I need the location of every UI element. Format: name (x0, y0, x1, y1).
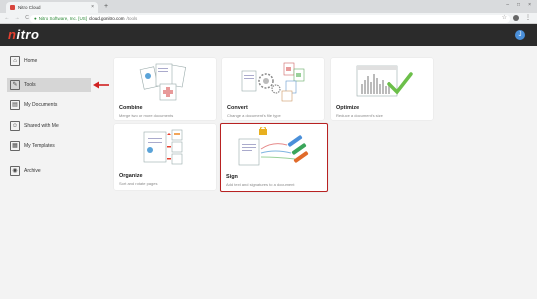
sidebar-item-label: Archive (24, 168, 41, 174)
card-subtitle: Merge two or more documents (119, 113, 174, 118)
card-title: Optimize (336, 105, 360, 111)
tool-card-organize[interactable]: Organize Sort and rotate pages (114, 124, 216, 190)
tool-card-sign[interactable]: Sign Add text and signatures to a docume… (220, 123, 328, 192)
sidebar-item-label: My Templates (24, 143, 55, 149)
optimize-illustration-icon (356, 65, 413, 97)
sidebar: ⌂ Home ✎ Tools ▤ My Documents ☺ Shared w… (0, 46, 96, 299)
tools-icon: ✎ (10, 80, 20, 90)
sidebar-item-tools[interactable]: ✎ Tools (7, 78, 91, 92)
avatar[interactable]: J (515, 30, 525, 40)
forward-button[interactable]: → (14, 15, 20, 21)
browser-tab-bar: Nitro Cloud × + – □ × (0, 0, 537, 13)
convert-illustration-icon (241, 62, 305, 102)
sidebar-item-label: My Documents (24, 102, 58, 108)
new-tab-button[interactable]: + (104, 2, 108, 11)
sidebar-item-my-templates[interactable]: ▦ My Templates (7, 139, 91, 153)
sign-illustration-icon (238, 127, 309, 166)
back-button[interactable]: ← (4, 15, 10, 21)
shared-icon: ☺ (10, 121, 20, 131)
url-host: cloud.gonitro.com (88, 16, 125, 21)
tool-card-optimize[interactable]: Optimize Reduce a document's size (331, 58, 433, 120)
tool-card-convert[interactable]: Convert Change a document's file type (222, 58, 324, 120)
sidebar-item-home[interactable]: ⌂ Home (7, 54, 91, 68)
nitro-favicon-icon (10, 5, 15, 10)
sidebar-item-label: Shared with Me (24, 123, 59, 129)
site-identity: Nitro Software, Inc. [US] (38, 16, 87, 21)
sidebar-item-shared-with-me[interactable]: ☺ Shared with Me (7, 119, 91, 133)
minimize-button[interactable]: – (506, 2, 509, 8)
documents-icon: ▤ (10, 100, 20, 110)
sidebar-item-archive[interactable]: ◉ Archive (7, 164, 91, 178)
browser-address-bar: ← → C ● Nitro Software, Inc. [US] cloud.… (0, 13, 537, 24)
bookmark-star-icon[interactable]: ☆ (502, 14, 507, 21)
maximize-button[interactable]: □ (517, 2, 520, 8)
app-header: nitro J (0, 24, 537, 46)
combine-illustration-icon (139, 63, 186, 101)
browser-menu-icon[interactable]: ⋮ (525, 14, 531, 21)
card-subtitle: Sort and rotate pages (119, 181, 158, 186)
sidebar-item-my-documents[interactable]: ▤ My Documents (7, 98, 91, 112)
templates-icon: ▦ (10, 141, 20, 151)
card-title: Convert (227, 105, 248, 111)
card-title: Sign (226, 174, 238, 180)
lock-icon: ● (34, 16, 37, 21)
sidebar-item-label: Tools (24, 82, 36, 88)
card-title: Combine (119, 105, 143, 111)
card-subtitle: Reduce a document's size (336, 113, 383, 118)
browser-profile-icon[interactable] (513, 15, 519, 21)
logo-text: itro (16, 27, 40, 42)
card-subtitle: Change a document's file type (227, 113, 281, 118)
url-path: /tools (126, 16, 138, 21)
url-field[interactable]: ● Nitro Software, Inc. [US] cloud.gonitr… (30, 14, 510, 23)
card-subtitle: Add text and signatures to a document (226, 182, 295, 187)
close-window-button[interactable]: × (528, 2, 531, 8)
sidebar-item-label: Home (24, 58, 38, 64)
tool-card-combine[interactable]: Combine Merge two or more documents (114, 58, 216, 120)
organize-illustration-icon (143, 129, 183, 165)
card-title: Organize (119, 173, 143, 179)
window-controls: – □ × (506, 2, 531, 8)
tab-close-icon[interactable]: × (91, 4, 94, 10)
archive-icon: ◉ (10, 166, 20, 176)
home-icon: ⌂ (10, 56, 20, 66)
nitro-logo[interactable]: nitro (8, 27, 39, 42)
annotation-arrow-icon (93, 81, 109, 89)
tab-title: Nitro Cloud (18, 5, 41, 10)
browser-tab[interactable]: Nitro Cloud × (6, 2, 98, 13)
